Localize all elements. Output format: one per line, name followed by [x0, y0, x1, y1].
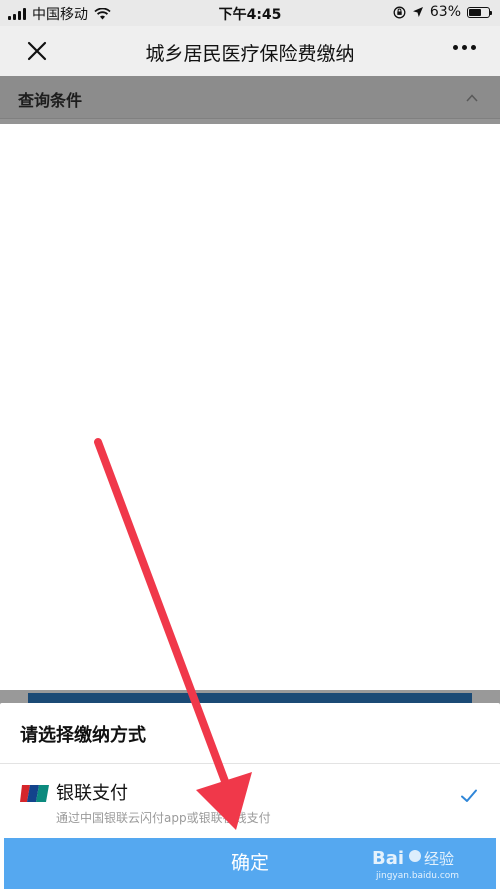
unionpay-logo-icon — [20, 785, 49, 802]
sheet-title: 请选择缴纳方式 — [20, 725, 146, 746]
payment-option-unionpay[interactable]: 银联支付 通过中国银联云闪付app或银联在线支付 — [0, 764, 500, 838]
battery-percent: 63% — [429, 4, 461, 20]
payment-option-name: 银联支付 — [56, 783, 128, 804]
status-right: 63% — [393, 4, 492, 20]
page-title: 城乡居民医疗保险费缴纳 — [145, 43, 355, 65]
payment-option-description: 通过中国银联云闪付app或银联在线支付 — [56, 811, 271, 825]
svg-text:经验: 经验 — [424, 850, 454, 868]
svg-text:Bai: Bai — [372, 848, 404, 869]
baidu-jingyan-watermark: Bai 经验 jingyan.baidu.com — [372, 848, 459, 881]
svg-text:jingyan.baidu.com: jingyan.baidu.com — [375, 871, 459, 881]
dim-overlay-top — [0, 76, 500, 124]
nav-bar: 城乡居民医疗保险费缴纳 — [0, 26, 500, 76]
battery-icon — [467, 6, 492, 18]
rotation-lock-icon — [393, 6, 406, 18]
battery-fill — [469, 8, 481, 16]
more-icon[interactable] — [453, 45, 476, 50]
status-bar: 中国移动 下午4:45 63% — [0, 0, 500, 26]
check-icon — [461, 789, 477, 802]
location-icon — [412, 7, 423, 17]
